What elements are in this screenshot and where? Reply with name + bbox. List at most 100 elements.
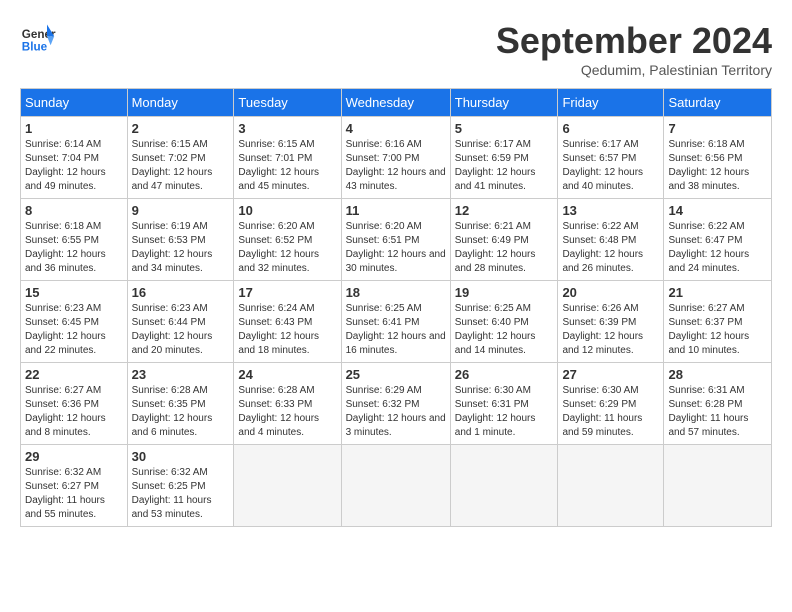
table-row: 9 Sunrise: 6:19 AM Sunset: 6:53 PM Dayli… bbox=[127, 199, 234, 281]
day-number: 25 bbox=[346, 367, 446, 382]
day-number: 6 bbox=[562, 121, 659, 136]
day-info: Sunrise: 6:18 AM Sunset: 6:55 PM Dayligh… bbox=[25, 220, 123, 276]
day-info: Sunrise: 6:30 AM Sunset: 6:29 PM Dayligh… bbox=[562, 384, 659, 440]
table-row: 11 Sunrise: 6:20 AM Sunset: 6:51 PM Dayl… bbox=[341, 199, 450, 281]
day-number: 19 bbox=[455, 285, 554, 300]
calendar-week-row: 1 Sunrise: 6:14 AM Sunset: 7:04 PM Dayli… bbox=[21, 117, 772, 199]
day-info: Sunrise: 6:25 AM Sunset: 6:41 PM Dayligh… bbox=[346, 302, 446, 358]
table-row: 3 Sunrise: 6:15 AM Sunset: 7:01 PM Dayli… bbox=[234, 117, 341, 199]
day-number: 14 bbox=[668, 203, 767, 218]
day-number: 18 bbox=[346, 285, 446, 300]
day-info: Sunrise: 6:28 AM Sunset: 6:33 PM Dayligh… bbox=[238, 384, 336, 440]
day-info: Sunrise: 6:20 AM Sunset: 6:52 PM Dayligh… bbox=[238, 220, 336, 276]
month-title: September 2024 bbox=[496, 20, 772, 62]
table-row bbox=[558, 445, 664, 527]
day-number: 20 bbox=[562, 285, 659, 300]
calendar-table: Sunday Monday Tuesday Wednesday Thursday… bbox=[20, 88, 772, 527]
table-row: 21 Sunrise: 6:27 AM Sunset: 6:37 PM Dayl… bbox=[664, 281, 772, 363]
table-row: 2 Sunrise: 6:15 AM Sunset: 7:02 PM Dayli… bbox=[127, 117, 234, 199]
table-row: 25 Sunrise: 6:29 AM Sunset: 6:32 PM Dayl… bbox=[341, 363, 450, 445]
col-wednesday: Wednesday bbox=[341, 89, 450, 117]
day-info: Sunrise: 6:22 AM Sunset: 6:48 PM Dayligh… bbox=[562, 220, 659, 276]
table-row: 5 Sunrise: 6:17 AM Sunset: 6:59 PM Dayli… bbox=[450, 117, 558, 199]
calendar-week-row: 29 Sunrise: 6:32 AM Sunset: 6:27 PM Dayl… bbox=[21, 445, 772, 527]
table-row: 13 Sunrise: 6:22 AM Sunset: 6:48 PM Dayl… bbox=[558, 199, 664, 281]
table-row: 30 Sunrise: 6:32 AM Sunset: 6:25 PM Dayl… bbox=[127, 445, 234, 527]
day-info: Sunrise: 6:29 AM Sunset: 6:32 PM Dayligh… bbox=[346, 384, 446, 440]
col-saturday: Saturday bbox=[664, 89, 772, 117]
day-info: Sunrise: 6:15 AM Sunset: 7:02 PM Dayligh… bbox=[132, 138, 230, 194]
calendar-week-row: 22 Sunrise: 6:27 AM Sunset: 6:36 PM Dayl… bbox=[21, 363, 772, 445]
logo-icon: General Blue bbox=[20, 20, 56, 56]
calendar-week-row: 15 Sunrise: 6:23 AM Sunset: 6:45 PM Dayl… bbox=[21, 281, 772, 363]
page-container: General Blue September 2024 Qedumim, Pal… bbox=[20, 20, 772, 527]
table-row: 6 Sunrise: 6:17 AM Sunset: 6:57 PM Dayli… bbox=[558, 117, 664, 199]
day-info: Sunrise: 6:23 AM Sunset: 6:44 PM Dayligh… bbox=[132, 302, 230, 358]
col-friday: Friday bbox=[558, 89, 664, 117]
table-row: 16 Sunrise: 6:23 AM Sunset: 6:44 PM Dayl… bbox=[127, 281, 234, 363]
table-row: 17 Sunrise: 6:24 AM Sunset: 6:43 PM Dayl… bbox=[234, 281, 341, 363]
day-number: 27 bbox=[562, 367, 659, 382]
day-number: 11 bbox=[346, 203, 446, 218]
day-info: Sunrise: 6:32 AM Sunset: 6:25 PM Dayligh… bbox=[132, 466, 230, 522]
day-info: Sunrise: 6:24 AM Sunset: 6:43 PM Dayligh… bbox=[238, 302, 336, 358]
day-number: 13 bbox=[562, 203, 659, 218]
table-row: 27 Sunrise: 6:30 AM Sunset: 6:29 PM Dayl… bbox=[558, 363, 664, 445]
day-number: 10 bbox=[238, 203, 336, 218]
day-info: Sunrise: 6:28 AM Sunset: 6:35 PM Dayligh… bbox=[132, 384, 230, 440]
day-number: 7 bbox=[668, 121, 767, 136]
day-number: 9 bbox=[132, 203, 230, 218]
table-row: 10 Sunrise: 6:20 AM Sunset: 6:52 PM Dayl… bbox=[234, 199, 341, 281]
day-number: 8 bbox=[25, 203, 123, 218]
table-row: 29 Sunrise: 6:32 AM Sunset: 6:27 PM Dayl… bbox=[21, 445, 128, 527]
day-info: Sunrise: 6:21 AM Sunset: 6:49 PM Dayligh… bbox=[455, 220, 554, 276]
day-number: 2 bbox=[132, 121, 230, 136]
day-number: 4 bbox=[346, 121, 446, 136]
day-info: Sunrise: 6:26 AM Sunset: 6:39 PM Dayligh… bbox=[562, 302, 659, 358]
day-number: 17 bbox=[238, 285, 336, 300]
col-monday: Monday bbox=[127, 89, 234, 117]
day-info: Sunrise: 6:25 AM Sunset: 6:40 PM Dayligh… bbox=[455, 302, 554, 358]
day-info: Sunrise: 6:19 AM Sunset: 6:53 PM Dayligh… bbox=[132, 220, 230, 276]
col-tuesday: Tuesday bbox=[234, 89, 341, 117]
table-row: 4 Sunrise: 6:16 AM Sunset: 7:00 PM Dayli… bbox=[341, 117, 450, 199]
table-row: 12 Sunrise: 6:21 AM Sunset: 6:49 PM Dayl… bbox=[450, 199, 558, 281]
day-info: Sunrise: 6:22 AM Sunset: 6:47 PM Dayligh… bbox=[668, 220, 767, 276]
day-info: Sunrise: 6:27 AM Sunset: 6:36 PM Dayligh… bbox=[25, 384, 123, 440]
header-row: Sunday Monday Tuesday Wednesday Thursday… bbox=[21, 89, 772, 117]
table-row: 7 Sunrise: 6:18 AM Sunset: 6:56 PM Dayli… bbox=[664, 117, 772, 199]
table-row: 19 Sunrise: 6:25 AM Sunset: 6:40 PM Dayl… bbox=[450, 281, 558, 363]
day-number: 15 bbox=[25, 285, 123, 300]
day-number: 23 bbox=[132, 367, 230, 382]
day-number: 12 bbox=[455, 203, 554, 218]
day-number: 24 bbox=[238, 367, 336, 382]
day-info: Sunrise: 6:31 AM Sunset: 6:28 PM Dayligh… bbox=[668, 384, 767, 440]
table-row: 20 Sunrise: 6:26 AM Sunset: 6:39 PM Dayl… bbox=[558, 281, 664, 363]
day-info: Sunrise: 6:17 AM Sunset: 6:57 PM Dayligh… bbox=[562, 138, 659, 194]
day-info: Sunrise: 6:17 AM Sunset: 6:59 PM Dayligh… bbox=[455, 138, 554, 194]
table-row: 28 Sunrise: 6:31 AM Sunset: 6:28 PM Dayl… bbox=[664, 363, 772, 445]
day-number: 5 bbox=[455, 121, 554, 136]
day-number: 3 bbox=[238, 121, 336, 136]
day-number: 22 bbox=[25, 367, 123, 382]
day-info: Sunrise: 6:27 AM Sunset: 6:37 PM Dayligh… bbox=[668, 302, 767, 358]
table-row: 22 Sunrise: 6:27 AM Sunset: 6:36 PM Dayl… bbox=[21, 363, 128, 445]
title-area: September 2024 Qedumim, Palestinian Terr… bbox=[496, 20, 772, 78]
day-number: 28 bbox=[668, 367, 767, 382]
day-number: 26 bbox=[455, 367, 554, 382]
logo: General Blue bbox=[20, 20, 56, 56]
day-info: Sunrise: 6:32 AM Sunset: 6:27 PM Dayligh… bbox=[25, 466, 123, 522]
calendar-week-row: 8 Sunrise: 6:18 AM Sunset: 6:55 PM Dayli… bbox=[21, 199, 772, 281]
table-row: 18 Sunrise: 6:25 AM Sunset: 6:41 PM Dayl… bbox=[341, 281, 450, 363]
svg-text:Blue: Blue bbox=[22, 41, 48, 54]
table-row bbox=[450, 445, 558, 527]
day-info: Sunrise: 6:14 AM Sunset: 7:04 PM Dayligh… bbox=[25, 138, 123, 194]
day-number: 16 bbox=[132, 285, 230, 300]
table-row: 24 Sunrise: 6:28 AM Sunset: 6:33 PM Dayl… bbox=[234, 363, 341, 445]
table-row bbox=[664, 445, 772, 527]
header: General Blue September 2024 Qedumim, Pal… bbox=[20, 20, 772, 78]
day-info: Sunrise: 6:18 AM Sunset: 6:56 PM Dayligh… bbox=[668, 138, 767, 194]
table-row bbox=[234, 445, 341, 527]
table-row: 15 Sunrise: 6:23 AM Sunset: 6:45 PM Dayl… bbox=[21, 281, 128, 363]
day-info: Sunrise: 6:20 AM Sunset: 6:51 PM Dayligh… bbox=[346, 220, 446, 276]
